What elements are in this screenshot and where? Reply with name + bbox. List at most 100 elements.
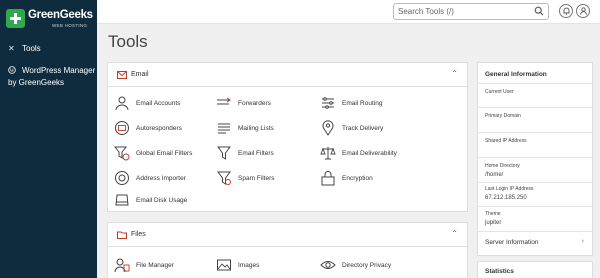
notifications-button[interactable]	[559, 4, 573, 18]
tool-label: Email Disk Usage	[136, 196, 188, 204]
tool-label: Images	[238, 261, 260, 269]
files-panel-title: Files	[131, 231, 146, 238]
chevron-up-icon[interactable]: ⌃	[451, 69, 458, 78]
tool-email-routing[interactable]: Email Routing	[320, 95, 382, 111]
user-account-icon	[115, 96, 129, 111]
tool-label: Autoresponders	[136, 124, 182, 132]
files-panel-header[interactable]: Files ⌃	[108, 223, 467, 247]
spam-filter-icon	[217, 171, 231, 185]
tool-label: Encryption	[342, 174, 373, 182]
greengeeks-logo[interactable]: GreenGeeks WEB HOSTING	[6, 7, 93, 31]
theme-value: jupiter	[485, 220, 502, 226]
wordpress-icon: W	[8, 66, 18, 76]
tool-directory-privacy[interactable]: Directory Privacy	[320, 257, 391, 273]
tool-label: Address Importer	[136, 174, 186, 182]
divider	[478, 157, 592, 158]
email-panel-header[interactable]: Email ⌃	[108, 63, 467, 87]
forward-icon	[217, 97, 231, 105]
tool-email-disk-usage[interactable]: Email Disk Usage	[114, 192, 187, 208]
funnel-icon	[217, 146, 231, 160]
search-icon[interactable]	[534, 6, 544, 16]
tool-forwarders[interactable]: Forwarders	[216, 95, 271, 111]
sidebar-item-tools[interactable]: ✕ Tools	[8, 44, 41, 53]
tool-encryption[interactable]: Encryption	[320, 170, 373, 186]
sidebar-item-wordpress[interactable]: W WordPress Manager	[8, 66, 95, 76]
funnel-globe-icon	[114, 146, 130, 161]
image-icon	[217, 259, 231, 271]
brand-sub: WEB HOSTING	[52, 23, 88, 28]
files-panel: Files ⌃ File Manager Images Directory Pr…	[107, 222, 468, 278]
file-manager-icon	[114, 258, 130, 273]
tool-images[interactable]: Images	[216, 257, 259, 273]
general-information-title: General Information	[485, 71, 547, 78]
user-menu-button[interactable]	[576, 4, 590, 18]
folder-icon	[117, 231, 127, 239]
importer-icon	[115, 171, 129, 185]
tool-file-manager[interactable]: File Manager	[114, 257, 174, 273]
email-panel-title: Email	[131, 71, 149, 78]
tool-label: Global Email Filters	[136, 149, 193, 157]
tool-email-filters[interactable]: Email Filters	[216, 145, 274, 161]
disk-icon	[115, 194, 129, 206]
tool-label: Directory Privacy	[342, 261, 392, 269]
tool-email-accounts[interactable]: Email Accounts	[114, 95, 180, 111]
tool-label: Email Accounts	[136, 99, 181, 107]
sidebar-item-label: WordPress Manager	[22, 66, 96, 75]
tool-label: File Manager	[136, 261, 174, 269]
list-icon	[218, 123, 230, 134]
location-pin-icon	[322, 120, 334, 136]
top-bar: Search Tools (/)	[97, 0, 600, 24]
divider	[478, 182, 592, 183]
tool-label: Email Filters	[238, 149, 274, 157]
sidebar-item-label: Tools	[22, 44, 41, 53]
sidebar: GreenGeeks WEB HOSTING ✕ Tools W WordPre…	[0, 0, 97, 278]
tool-label: Email Routing	[342, 99, 383, 107]
tool-label: Forwarders	[238, 99, 271, 107]
autoresponder-icon	[115, 121, 129, 135]
current-user-label: Current User	[485, 89, 514, 95]
user-icon	[579, 7, 587, 15]
last-login-value: 67.212.185.250	[485, 195, 527, 201]
divider	[478, 83, 592, 84]
theme-label: Theme	[485, 211, 501, 217]
page-title: Tools	[108, 32, 148, 51]
envelope-icon	[117, 71, 127, 79]
lock-icon	[321, 171, 335, 186]
divider	[478, 132, 592, 133]
sidebar-item-wordpress-sub[interactable]: by GreenGeeks	[8, 78, 64, 87]
tool-label: Track Delivery	[342, 124, 384, 132]
divider	[478, 107, 592, 108]
email-panel: Email ⌃ Email Accounts Autoresponders Gl…	[107, 62, 468, 212]
search-input[interactable]: Search Tools (/)	[398, 7, 454, 16]
scales-icon	[320, 147, 336, 160]
tool-address-importer[interactable]: Address Importer	[114, 170, 186, 186]
tool-autoresponders[interactable]: Autoresponders	[114, 120, 182, 136]
last-login-label: Last Login IP Address	[485, 186, 534, 192]
divider	[478, 206, 592, 207]
svg-text:W: W	[10, 69, 15, 74]
divider	[478, 231, 592, 232]
home-directory-label: Home Directory	[485, 163, 520, 169]
tool-email-deliverability[interactable]: Email Deliverability	[320, 145, 397, 161]
server-information-link[interactable]: Server Information	[485, 239, 538, 246]
tool-mailing-lists[interactable]: Mailing Lists	[216, 120, 274, 136]
tool-global-email-filters[interactable]: Global Email Filters	[114, 145, 192, 161]
home-directory-value: /home/	[485, 172, 504, 178]
general-information-panel: General Information Current User Primary…	[477, 62, 593, 256]
wrench-icon: ✕	[8, 44, 15, 53]
search-box[interactable]: Search Tools (/)	[393, 3, 549, 20]
tool-spam-filters[interactable]: Spam Filters	[216, 170, 274, 186]
tool-track-delivery[interactable]: Track Delivery	[320, 120, 383, 136]
chevron-up-icon[interactable]: ⌃	[451, 229, 458, 238]
tool-label: Spam Filters	[238, 174, 275, 182]
routing-icon	[322, 97, 334, 109]
chevron-right-icon[interactable]: ›	[582, 238, 584, 245]
statistics-title: Statistics	[485, 268, 514, 275]
brand-name: GreenGeeks	[28, 9, 93, 21]
tool-label: Mailing Lists	[238, 124, 274, 132]
primary-domain-label: Primary Domain	[485, 113, 521, 119]
shared-ip-label: Shared IP Address	[485, 138, 527, 144]
eye-icon	[320, 261, 336, 269]
statistics-panel: Statistics	[477, 261, 593, 278]
logo-plus-icon	[6, 9, 25, 28]
